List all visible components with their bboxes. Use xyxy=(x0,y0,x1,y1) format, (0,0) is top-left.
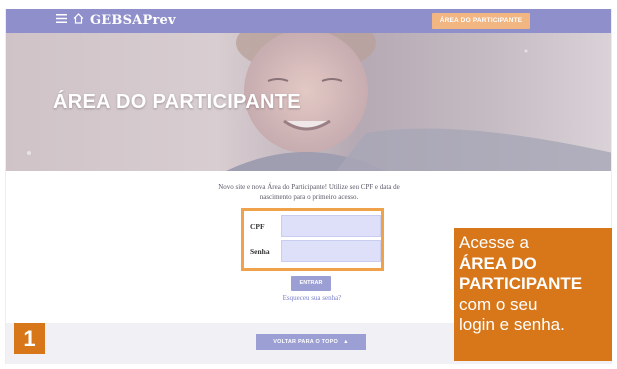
senha-row: Senha xyxy=(244,240,381,264)
hero-banner: ÁREA DO PARTICIPANTE xyxy=(6,33,611,171)
cpf-input[interactable] xyxy=(281,215,381,237)
senha-label: Senha xyxy=(250,247,270,256)
instruction-callout: Acesse a ÁREA DO PARTICIPANTE com o seu … xyxy=(454,228,612,361)
top-navbar: GEBSAPrev ÁREA DO PARTICIPANTE xyxy=(6,9,611,33)
cpf-row: CPF xyxy=(244,215,381,239)
brand-logo[interactable]: GEBSAPrev xyxy=(90,13,176,29)
hero-title: ÁREA DO PARTICIPANTE xyxy=(53,91,301,113)
callout-line-1: Acesse a xyxy=(459,233,529,252)
cpf-label: CPF xyxy=(250,222,265,231)
senha-input[interactable] xyxy=(281,240,381,262)
chevron-up-icon: ▲ xyxy=(339,339,349,345)
callout-line-5: login e senha. xyxy=(459,315,565,334)
home-icon[interactable] xyxy=(73,13,84,29)
intro-text: Novo site e nova Área do Participante! U… xyxy=(218,183,400,201)
back-to-top-label: VOLTAR PARA O TOPO xyxy=(273,339,338,345)
back-to-top-button[interactable]: VOLTAR PARA O TOPO ▲ xyxy=(256,334,366,350)
callout-line-3: PARTICIPANTE xyxy=(459,274,583,293)
login-form: CPF Senha xyxy=(241,208,384,271)
callout-line-2: ÁREA DO xyxy=(459,253,537,273)
forgot-password-link[interactable]: Esqueceu sua senha? xyxy=(266,294,358,302)
nav-left: GEBSAPrev xyxy=(56,13,176,29)
step-number-badge: 1 xyxy=(14,323,45,354)
menu-icon[interactable] xyxy=(56,13,67,29)
participant-area-button[interactable]: ÁREA DO PARTICIPANTE xyxy=(432,13,530,29)
callout-line-4: com o seu xyxy=(459,294,538,314)
entrar-button[interactable]: ENTRAR xyxy=(291,276,331,291)
